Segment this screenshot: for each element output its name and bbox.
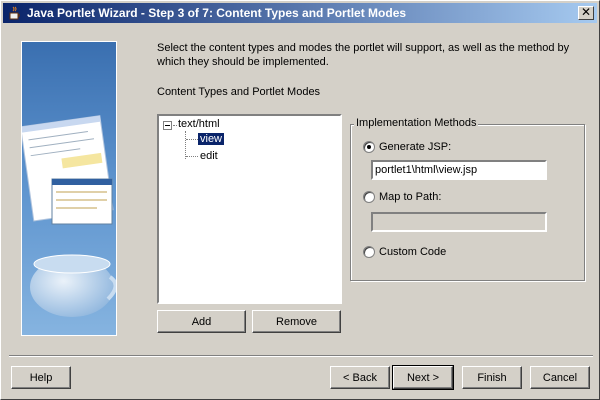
- next-button[interactable]: Next >: [392, 365, 454, 390]
- custom-code-radio[interactable]: [363, 246, 375, 258]
- footer-separator-highlight: [9, 356, 593, 357]
- tree-node-view[interactable]: view: [198, 133, 225, 145]
- window-title: Java Portlet Wizard - Step 3 of 7: Conte…: [27, 6, 407, 20]
- custom-code-label: Custom Code: [379, 246, 447, 258]
- back-button[interactable]: < Back: [330, 366, 390, 389]
- close-icon: ✕: [580, 5, 592, 19]
- map-to-path-label: Map to Path:: [379, 191, 442, 203]
- close-button[interactable]: ✕: [578, 6, 594, 20]
- wizard-dialog: Java Portlet Wizard - Step 3 of 7: Conte…: [0, 0, 600, 400]
- collapse-icon[interactable]: [163, 121, 172, 130]
- cancel-button[interactable]: Cancel: [530, 366, 590, 389]
- add-button[interactable]: Add: [157, 310, 246, 333]
- title-bar: Java Portlet Wizard - Step 3 of 7: Conte…: [3, 3, 597, 23]
- tree-node-text-html[interactable]: text/html: [178, 118, 220, 130]
- tree-connector: [186, 156, 198, 157]
- generate-jsp-field[interactable]: [371, 160, 547, 180]
- intro-text: Select the content types and modes the p…: [157, 42, 570, 68]
- remove-button[interactable]: Remove: [252, 310, 341, 333]
- tree-connector: [185, 131, 186, 159]
- map-to-path-field[interactable]: [371, 212, 547, 232]
- generate-jsp-radio[interactable]: [363, 141, 375, 153]
- finish-button[interactable]: Finish: [462, 366, 522, 389]
- content-types-tree[interactable]: text/html view edit: [157, 114, 342, 304]
- wizard-side-image: [21, 41, 117, 336]
- tree-connector: [186, 139, 198, 140]
- generate-jsp-label: Generate JSP:: [379, 141, 452, 153]
- tree-node-edit[interactable]: edit: [200, 150, 218, 162]
- map-to-path-radio[interactable]: [363, 191, 375, 203]
- java-cup-icon: [9, 6, 20, 20]
- help-button[interactable]: Help: [11, 366, 71, 389]
- implementation-methods-label: Implementation Methods: [354, 117, 479, 129]
- tree-section-label: Content Types and Portlet Modes: [157, 86, 321, 98]
- tree-connector: [173, 125, 177, 126]
